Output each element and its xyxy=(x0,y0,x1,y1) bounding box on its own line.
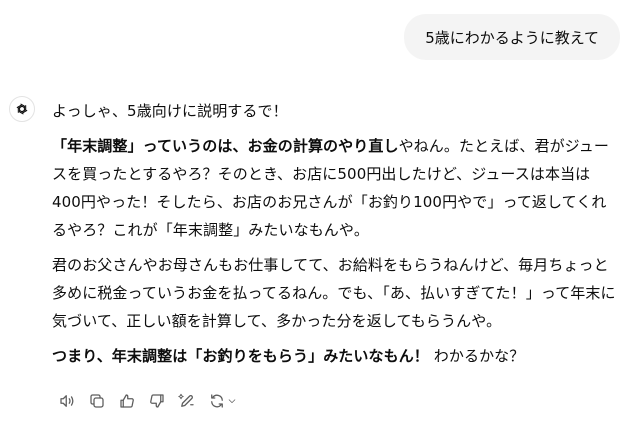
thumbs-down-button[interactable] xyxy=(142,388,172,414)
response-paragraph-3: つまり、年末調整は「お釣りをもらう」みたいなもん！ わかるかな？ xyxy=(52,342,618,370)
response-text-3: わかるかな？ xyxy=(428,347,525,365)
user-message-text: 5歳にわかるように教えて xyxy=(425,28,599,47)
response-paragraph-1: 「年末調整」っていうのは、お金の計算のやり直しやねん。たとえば、君がジュースを買… xyxy=(52,132,618,244)
read-aloud-icon xyxy=(60,395,74,407)
user-message-bubble: 5歳にわかるように教えて xyxy=(404,14,620,60)
chevron-down-icon xyxy=(228,399,235,404)
thumbs-down-icon xyxy=(150,394,164,408)
copy-icon xyxy=(90,394,104,408)
assistant-response: よっしゃ、5歳向けに説明するで！ 「年末調整」っていうのは、お金の計算のやり直し… xyxy=(52,97,618,370)
openai-logo-icon xyxy=(16,103,28,115)
response-bold-1: 「年末調整」っていうのは、お金の計算のやり直し xyxy=(52,137,399,155)
response-bold-3: つまり、年末調整は「お釣りをもらう」みたいなもん！ xyxy=(52,347,429,365)
thumbs-up-icon xyxy=(120,394,134,408)
assistant-avatar xyxy=(9,96,35,122)
read-aloud-button[interactable] xyxy=(52,388,82,414)
copy-button[interactable] xyxy=(82,388,112,414)
edit-button[interactable] xyxy=(172,388,202,414)
response-intro: よっしゃ、5歳向けに説明するで！ xyxy=(52,102,288,120)
response-paragraph-2: 君のお父さんやお母さんもお仕事してて、お給料をもらうねんけど、毎月ちょっと多めに… xyxy=(52,256,616,330)
message-action-bar xyxy=(52,388,242,414)
edit-icon xyxy=(178,393,194,407)
regenerate-icon xyxy=(210,394,223,408)
thumbs-up-button[interactable] xyxy=(112,388,142,414)
regenerate-button[interactable] xyxy=(202,388,242,414)
